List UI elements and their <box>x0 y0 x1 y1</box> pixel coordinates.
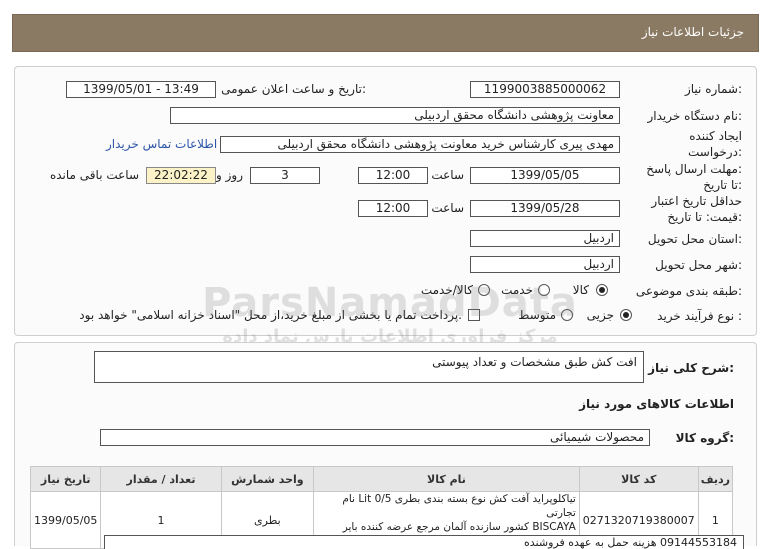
col-date: تاریخ نیاز <box>29 466 102 492</box>
city-field: اردبیل <box>470 256 620 273</box>
category-option-goods-service: کالا/خدمت <box>420 283 473 297</box>
row-date: 1399/05/05 <box>29 491 102 549</box>
buyer-notes-field: 09144553184 هزینه حمل به عهده فروشنده <box>104 535 744 549</box>
category-label: طبقه بندی موضوعی: <box>635 284 742 298</box>
treasury-payment-note: پرداخت تمام یا بخشی از مبلغ خرید،از محل … <box>79 308 462 322</box>
col-index: ردیف <box>697 466 734 492</box>
col-name: نام کالا <box>313 466 580 492</box>
col-code: کد کالا <box>578 466 699 492</box>
category-option-service: خدمت <box>501 283 533 297</box>
buyer-label: نام دستگاه خریدار: <box>647 109 743 123</box>
validity-date-field: 1399/05/28 <box>470 200 620 217</box>
deadline-time-label: ساعت <box>431 168 464 182</box>
validity-time-label: ساعت <box>431 201 464 215</box>
description-field: افت کش طبق مشخصات و تعداد پیوستی <box>94 351 644 383</box>
creator-field: مهدی پیری کارشناس خرید معاونت پژوهشی دان… <box>220 136 620 153</box>
goods-group-field: محصولات شیمیائی <box>100 429 650 446</box>
row-name-line1: تیاکلوپراید آفت کش نوع بسته بندی بطری 0/… <box>342 493 576 519</box>
remaining-time-field: 22:02:22 <box>146 167 216 184</box>
process-radio-minor[interactable] <box>620 309 632 321</box>
category-radio-goods-service[interactable] <box>478 284 490 296</box>
remaining-days-field: 3 <box>250 167 320 184</box>
buyer-field: معاونت پژوهشی دانشگاه محقق اردبیلی <box>170 107 620 124</box>
deadline-date-field: 1399/05/05 <box>470 167 620 184</box>
col-unit: واحد شمارش <box>220 466 315 492</box>
col-qty: تعداد / مقدار <box>100 466 222 492</box>
goods-section-title: اطلاعات کالاهای مورد نیاز <box>579 397 734 411</box>
page-title: جزئیات اطلاعات نیاز <box>641 25 744 39</box>
process-radio-medium[interactable] <box>561 309 573 321</box>
validity-label-line1: حداقل تاریخ اعتبار <box>651 194 742 208</box>
need-number-label: شماره نیاز: <box>684 82 742 96</box>
category-option-goods: کالا <box>572 283 589 297</box>
goods-group-label: گروه کالا: <box>675 431 734 445</box>
description-label: شرح کلی نیاز: <box>648 361 734 375</box>
process-option-medium: متوسط <box>518 308 556 322</box>
validity-label-line2: قیمت: تا تاریخ: <box>667 210 742 224</box>
province-label: استان محل تحویل: <box>647 232 742 246</box>
remaining-label: ساعت باقی مانده <box>49 168 139 182</box>
category-radio-goods[interactable] <box>596 284 608 296</box>
announce-date-label: تاریخ و ساعت اعلان عمومی: <box>221 82 366 96</box>
creator-label-line1: ایجاد کننده <box>689 129 742 143</box>
validity-time-field: 12:00 <box>358 200 428 217</box>
deadline-time-field: 12:00 <box>358 167 428 184</box>
category-radio-service[interactable] <box>538 284 550 296</box>
treasury-payment-checkbox[interactable] <box>468 309 480 321</box>
city-label: شهر محل تحویل: <box>655 258 742 272</box>
announce-date-field: 1399/05/01 - 13:49 <box>66 81 216 98</box>
deadline-label-line1: مهلت ارسال پاسخ: <box>646 162 742 176</box>
creator-label-line2: درخواست: <box>688 145 742 159</box>
page-header: جزئیات اطلاعات نیاز <box>12 14 759 52</box>
deadline-label-line2: تا تاریخ: <box>703 178 742 192</box>
need-number-field: 1199003885000062 <box>470 81 620 98</box>
province-field: اردبیل <box>470 230 620 247</box>
process-option-minor: جزیی <box>586 308 614 322</box>
buyer-contact-link[interactable]: اطلاعات تماس خریدار <box>106 137 217 151</box>
goods-table-header: ردیف کد کالا نام کالا واحد شمارش تعداد /… <box>29 466 734 492</box>
days-label: روز و <box>216 168 243 182</box>
process-type-label: نوع فرآیند خرید : <box>657 309 742 323</box>
